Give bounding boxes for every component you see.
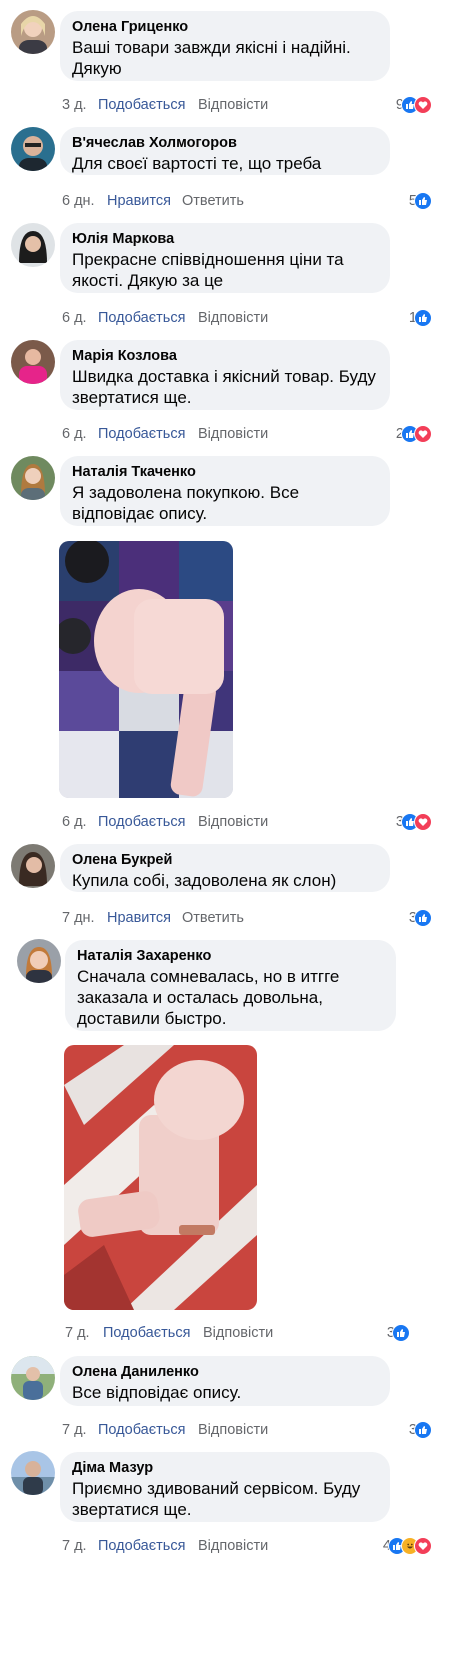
comment-photo[interactable] [64,1045,257,1310]
reply-link[interactable]: Відповісти [203,1323,273,1343]
comment-photo[interactable] [59,541,233,798]
reaction-summary[interactable]: 2 [396,424,432,444]
comment-author[interactable]: Олена Даниленко [72,1363,378,1382]
avatar[interactable] [11,223,55,267]
comment-text-line: Все відповідає опису. [72,1383,242,1402]
reply-link[interactable]: Відповісти [198,95,268,115]
comment-text-line: Дякую [72,59,122,78]
love-icon [414,1537,432,1555]
comment-time[interactable]: 6 д. [62,308,87,328]
like-icon [414,309,432,327]
reply-link[interactable]: Відповісти [198,812,268,832]
comment-time[interactable]: 7 д. [62,1536,87,1556]
comment-bubble: Юлія Маркова Прекрасне співвідношення ці… [60,223,390,293]
comment-author[interactable]: Наталія Ткаченко [72,463,378,482]
comment-bubble: Олена Гриценко Ваші товари завжди якісні… [60,11,390,81]
like-link[interactable]: Нравится [107,908,171,928]
love-icon [414,425,432,443]
reply-link[interactable]: Ответить [182,191,244,211]
comment-time[interactable]: 6 д. [62,424,87,444]
comment-time[interactable]: 6 д. [62,812,87,832]
comment-author[interactable]: Юлія Маркова [72,230,378,249]
comment-bubble: Наталія Ткаченко Я задоволена покупкою. … [60,456,390,526]
like-icon [414,1421,432,1439]
reaction-summary[interactable]: 5 [409,191,432,211]
comment-bubble: Марія Козлова Швидка доставка і якісний … [60,340,390,410]
reply-link[interactable]: Відповісти [198,1536,268,1556]
avatar[interactable] [17,939,61,983]
comment-text-line: Прекрасне співвідношення ціни та [72,250,344,269]
comment-text-line: доставили быстро. [77,1009,227,1028]
comment-text-line: звертатися ще. [72,388,192,407]
like-link[interactable]: Подобається [98,812,185,832]
like-link[interactable]: Подобається [103,1323,190,1343]
reaction-summary[interactable]: 3 [387,1323,410,1343]
like-icon [414,192,432,210]
comment-bubble: Наталія Захаренко Сначала сомневалась, н… [65,940,396,1031]
comment-text-line: заказала и осталась довольна, [77,988,323,1007]
reaction-summary[interactable]: 3 [396,812,432,832]
like-link[interactable]: Подобається [98,1536,185,1556]
comment-actions: 6 д. Подобається Відповісти 1 [62,308,432,328]
avatar[interactable] [11,1356,55,1400]
love-icon [414,96,432,114]
comment-actions: 6 д. Подобається Відповісти 2 [62,424,432,444]
comment-actions: 7 д. Подобається Відповісти 3 [62,1420,432,1440]
comment-time[interactable]: 6 дн. [62,191,95,211]
reaction-summary[interactable]: 4 [383,1536,432,1556]
comment-actions: 7 д. Подобається Відповісти 3 [65,1323,410,1343]
comment-author[interactable]: Олена Букрей [72,851,378,870]
comment-bubble: Олена Даниленко Все відповідає опису. [60,1356,390,1406]
like-link[interactable]: Подобається [98,424,185,444]
love-icon [414,813,432,831]
like-link[interactable]: Подобається [98,95,185,115]
like-link[interactable]: Нравится [107,191,171,211]
reply-link[interactable]: Відповісти [198,1420,268,1440]
reply-link[interactable]: Відповісти [198,308,268,328]
comment-text-line: Для своєї вартості те, що треба [72,154,322,173]
comment-text-line: якості. Дякую за це [72,271,224,290]
avatar[interactable] [11,127,55,171]
comment-text-line: Приємно здивований сервісом. Буду [72,1479,361,1498]
like-icon [392,1324,410,1342]
comment-text-line: Я задоволена покупкою. Все [72,483,300,502]
like-link[interactable]: Подобається [98,1420,185,1440]
avatar[interactable] [11,456,55,500]
comment-time[interactable]: 7 дн. [62,908,95,928]
comment-bubble: В'ячеслав Холмогоров Для своєї вартості … [60,127,390,175]
comment-bubble: Діма Мазур Приємно здивований сервісом. … [60,1452,390,1522]
avatar[interactable] [11,10,55,54]
reaction-summary[interactable]: 3 [409,1420,432,1440]
comment-text-line: Купила собі, задоволена як слон) [72,871,337,890]
like-icon [414,909,432,927]
comment-actions: 3 д. Подобається Відповісти 9 [62,95,432,115]
reaction-summary[interactable]: 9 [396,95,432,115]
comment-actions: 6 дн. Нравится Ответить 5 [62,191,432,211]
comment-time[interactable]: 7 д. [62,1420,87,1440]
comment-author[interactable]: Наталія Захаренко [77,947,384,966]
comment-text-line: Сначала сомневалась, но в итгге [77,967,340,986]
comment-time[interactable]: 7 д. [65,1323,90,1343]
comment-text-line: звертатися ще. [72,1500,192,1519]
comment-actions: 6 д. Подобається Відповісти 3 [62,812,432,832]
comment-actions: 7 дн. Нравится Ответить 3 [62,908,432,928]
comment-time[interactable]: 3 д. [62,95,87,115]
avatar[interactable] [11,1451,55,1495]
comment-text-line: Швидка доставка і якісний товар. Буду [72,367,376,386]
comment-text-line: Ваші товари завжди якісні і надійні. [72,38,351,57]
avatar[interactable] [11,844,55,888]
comment-author[interactable]: Діма Мазур [72,1459,378,1478]
comment-author[interactable]: В'ячеслав Холмогоров [72,134,378,153]
reaction-summary[interactable]: 1 [409,308,432,328]
reaction-summary[interactable]: 3 [409,908,432,928]
comment-actions: 7 д. Подобається Відповісти 4 [62,1536,432,1556]
like-link[interactable]: Подобається [98,308,185,328]
comment-text-line: відповідає опису. [72,504,208,523]
comment-author[interactable]: Марія Козлова [72,347,378,366]
reply-link[interactable]: Ответить [182,908,244,928]
comment-author[interactable]: Олена Гриценко [72,18,378,37]
comment-bubble: Олена Букрей Купила собі, задоволена як … [60,844,390,892]
avatar[interactable] [11,340,55,384]
reply-link[interactable]: Відповісти [198,424,268,444]
